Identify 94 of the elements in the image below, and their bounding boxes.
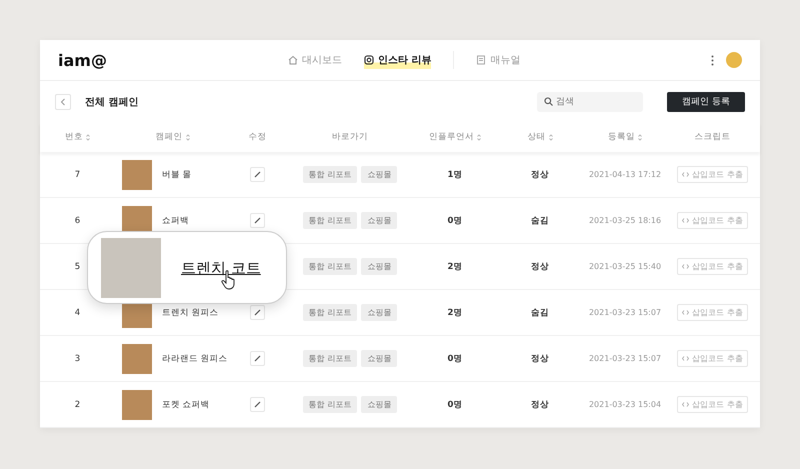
photo-placeholder xyxy=(122,344,152,374)
row-number: 6 xyxy=(74,216,80,226)
status-text: 정상 xyxy=(531,260,549,272)
status-text: 정상 xyxy=(531,352,549,364)
influencer-count: 2명 xyxy=(448,306,462,318)
link-button[interactable]: 쇼핑몰 xyxy=(361,258,398,275)
code-icon xyxy=(682,356,690,361)
avatar[interactable] xyxy=(726,52,742,68)
column-header[interactable]: 등록일 xyxy=(608,131,635,143)
pencil-icon xyxy=(254,171,261,178)
code-icon xyxy=(682,310,690,315)
embed-code-button[interactable]: 삽입코드 추출 xyxy=(677,396,748,413)
link-button[interactable]: 통합 리포트 xyxy=(302,212,358,229)
link-button[interactable]: 쇼핑몰 xyxy=(361,304,398,321)
date-text: 2021-03-23 15:07 xyxy=(588,354,662,363)
pencil-icon xyxy=(254,401,261,408)
campaign-name[interactable]: 쇼퍼백 xyxy=(162,214,189,226)
status-text: 정상 xyxy=(531,398,549,410)
influencer-count: 0명 xyxy=(448,214,462,226)
document-icon xyxy=(476,55,486,65)
embed-code-button[interactable]: 삽입코드 추출 xyxy=(677,166,748,183)
pencil-icon xyxy=(254,309,261,316)
row-number: 3 xyxy=(74,354,80,364)
link-button[interactable]: 쇼핑몰 xyxy=(361,396,398,413)
column-header[interactable]: 캠페인 xyxy=(156,131,182,143)
campaign-name[interactable]: 포켓 쇼퍼백 xyxy=(162,398,210,410)
search-icon xyxy=(544,97,553,106)
date-text: 2021-03-23 15:04 xyxy=(588,400,662,409)
link-button[interactable]: 통합 리포트 xyxy=(302,166,358,183)
row-number: 7 xyxy=(74,170,80,180)
sort-icon[interactable] xyxy=(86,134,90,140)
sort-icon[interactable] xyxy=(638,134,642,140)
column-header[interactable]: 번호 xyxy=(65,131,83,143)
page-title: 전체 캠페인 xyxy=(85,96,140,108)
influencer-count: 1명 xyxy=(448,168,462,180)
date-text: 2021-03-23 15:07 xyxy=(588,308,662,317)
influencer-count: 0명 xyxy=(448,398,462,410)
home-icon xyxy=(288,55,298,65)
sort-icon[interactable] xyxy=(548,134,552,140)
more-menu-icon[interactable] xyxy=(711,54,714,66)
row-number: 4 xyxy=(74,308,80,318)
campaign-name[interactable]: 버블 몰 xyxy=(162,168,192,180)
campaign-name[interactable]: 라라랜드 원피스 xyxy=(162,352,228,364)
embed-code-button[interactable]: 삽입코드 추출 xyxy=(677,258,748,275)
link-button[interactable]: 통합 리포트 xyxy=(302,258,358,275)
sort-icon[interactable] xyxy=(186,134,190,140)
column-header: 바로가기 xyxy=(332,131,368,143)
chevron-left-icon xyxy=(60,98,66,106)
date-text: 2021-03-25 15:40 xyxy=(588,262,662,271)
photo-placeholder xyxy=(122,160,152,190)
logo: iam@ xyxy=(58,50,108,70)
link-button[interactable]: 쇼핑몰 xyxy=(361,212,398,229)
code-icon xyxy=(682,218,690,223)
embed-code-button[interactable]: 삽입코드 추출 xyxy=(677,350,748,367)
edit-button[interactable] xyxy=(250,167,265,182)
photo-placeholder xyxy=(122,390,152,420)
influencer-count: 2명 xyxy=(448,260,462,272)
sort-icon[interactable] xyxy=(477,134,481,140)
edit-button[interactable] xyxy=(250,213,265,228)
column-header: 수정 xyxy=(248,131,266,143)
influencer-count: 0명 xyxy=(448,352,462,364)
campaign-link[interactable]: 트렌치 코트 xyxy=(181,258,261,276)
row-number: 5 xyxy=(74,262,80,272)
status-text: 숨김 xyxy=(531,214,549,226)
edit-button[interactable] xyxy=(250,351,265,366)
date-text: 2021-04-13 17:12 xyxy=(588,170,662,179)
link-button[interactable]: 쇼핑몰 xyxy=(361,350,398,367)
pencil-icon xyxy=(254,217,261,224)
pencil-icon xyxy=(254,355,261,362)
edit-button[interactable] xyxy=(250,397,265,412)
nav-tab[interactable]: 매뉴얼 xyxy=(476,51,520,69)
code-icon xyxy=(682,172,690,177)
search-field[interactable]: 검색 xyxy=(537,92,643,112)
link-button[interactable]: 통합 리포트 xyxy=(302,304,358,321)
back-button[interactable] xyxy=(55,94,71,110)
embed-code-button[interactable]: 삽입코드 추출 xyxy=(677,212,748,229)
edit-button[interactable] xyxy=(250,305,265,320)
link-button[interactable]: 통합 리포트 xyxy=(302,396,358,413)
code-icon xyxy=(682,402,690,407)
status-text: 정상 xyxy=(531,168,549,180)
create-campaign-button[interactable]: 캠페인 등록 xyxy=(667,92,745,112)
link-button[interactable]: 통합 리포트 xyxy=(302,350,358,367)
date-text: 2021-03-25 18:16 xyxy=(588,216,662,225)
instagram-icon xyxy=(364,55,374,65)
status-text: 숨김 xyxy=(531,306,549,318)
column-header[interactable]: 인플루언서 xyxy=(429,131,474,143)
code-icon xyxy=(682,264,690,269)
row-number: 2 xyxy=(74,400,80,410)
embed-code-button[interactable]: 삽입코드 추출 xyxy=(677,304,748,321)
campaign-name[interactable]: 트렌치 원피스 xyxy=(162,306,219,318)
link-button[interactable]: 쇼핑몰 xyxy=(361,166,398,183)
nav-tab[interactable]: 대시보드 xyxy=(288,51,342,69)
column-header[interactable]: 상태 xyxy=(528,131,546,143)
column-header: 스크립트 xyxy=(694,131,730,143)
